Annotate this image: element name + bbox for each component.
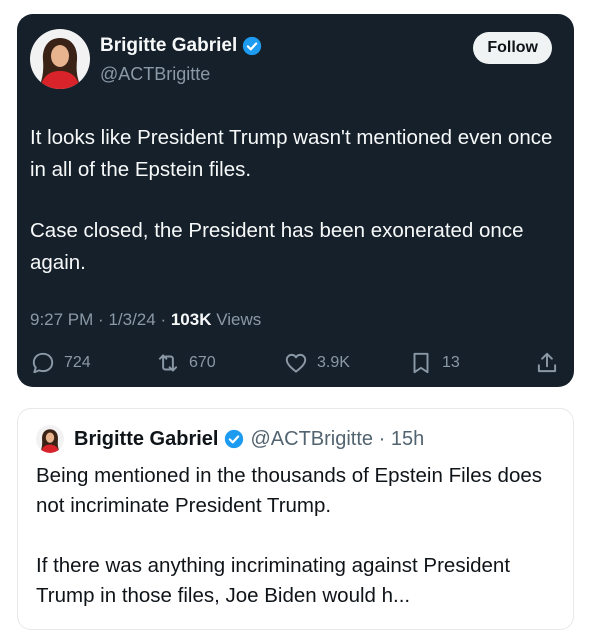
share-button[interactable] — [534, 350, 568, 376]
bookmark-button[interactable]: 13 — [408, 350, 460, 376]
bookmark-icon — [413, 352, 429, 374]
tweet-text: It looks like President Trump wasn't men… — [30, 122, 565, 308]
separator: · — [160, 310, 171, 329]
quoted-paragraph: Being mentioned in the thousands of Epst… — [36, 464, 542, 517]
tweet-time[interactable]: 9:27 PM — [30, 310, 93, 329]
quoted-avatar-image — [36, 425, 64, 453]
share-icon — [537, 352, 557, 373]
separator: · — [98, 310, 109, 329]
retweet-button[interactable]: 670 — [155, 350, 216, 376]
quoted-author-row: Brigitte Gabriel @ACTBrigitte · 15h — [36, 425, 424, 453]
action-bar: 724 670 3.9K 13 — [30, 350, 560, 380]
reply-icon — [32, 352, 54, 374]
tweet-date[interactable]: 1/3/24 — [108, 310, 155, 329]
retweet-icon — [158, 354, 178, 372]
quoted-tweet-card[interactable]: Brigitte Gabriel @ACTBrigitte · 15h Bein… — [17, 408, 574, 630]
author-row: Brigitte Gabriel — [100, 35, 262, 57]
tweet-paragraph: Case closed, the President has been exon… — [30, 219, 524, 274]
reply-count: 724 — [64, 354, 91, 371]
author-handle[interactable]: @ACTBrigitte — [100, 64, 210, 85]
avatar-image — [30, 29, 90, 89]
bookmark-count: 13 — [442, 354, 460, 371]
avatar[interactable] — [30, 29, 90, 89]
follow-button[interactable]: Follow — [473, 32, 552, 64]
heart-icon — [285, 353, 307, 373]
tweet-card[interactable]: Brigitte Gabriel @ACTBrigitte Follow It … — [17, 14, 574, 387]
quoted-tweet-age[interactable]: 15h — [391, 428, 424, 451]
tweet-paragraph: It looks like President Trump wasn't men… — [30, 126, 553, 181]
quoted-avatar[interactable] — [36, 425, 64, 453]
like-button[interactable]: 3.9K — [283, 350, 350, 376]
quoted-paragraph: If there was anything incriminating agai… — [36, 554, 511, 607]
views-label: Views — [216, 310, 262, 329]
reply-button[interactable]: 724 — [30, 350, 91, 376]
verified-badge-icon — [243, 36, 262, 56]
quoted-author-name[interactable]: Brigitte Gabriel — [74, 428, 218, 451]
verified-badge-icon — [225, 429, 244, 449]
like-count: 3.9K — [317, 354, 350, 371]
quoted-tweet-text: Being mentioned in the thousands of Epst… — [36, 461, 561, 641]
tweet-meta: 9:27 PM · 1/3/24 · 103K Views — [30, 310, 261, 330]
separator: · — [373, 427, 391, 450]
author-name[interactable]: Brigitte Gabriel — [100, 35, 237, 57]
views-count: 103K — [170, 310, 212, 329]
quoted-author-handle[interactable]: @ACTBrigitte — [250, 428, 373, 451]
retweet-count: 670 — [189, 354, 216, 371]
